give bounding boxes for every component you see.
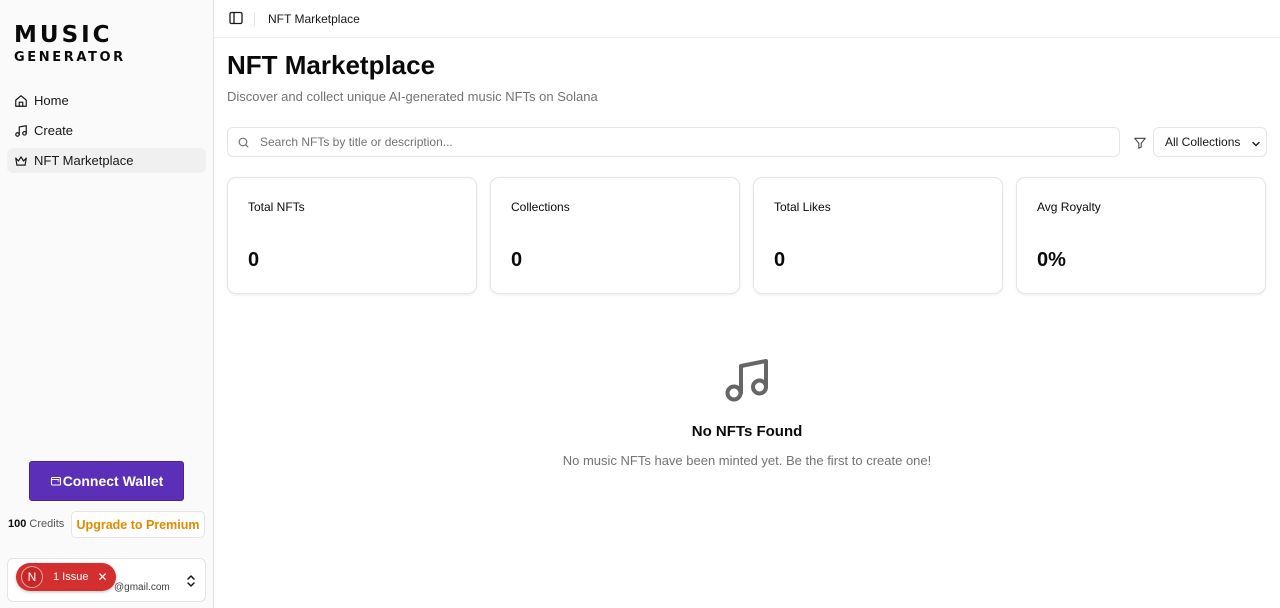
stat-label: Avg Royalty — [1037, 200, 1101, 214]
collection-select[interactable]: All Collections — [1153, 127, 1267, 157]
chevrons-up-down-icon — [185, 573, 197, 589]
stat-card-collections: Collections 0 — [490, 177, 740, 294]
upgrade-premium-button[interactable]: Upgrade to Premium — [71, 511, 205, 538]
top-bar: NFT Marketplace — [214, 0, 1280, 38]
credits-label: Credits — [29, 518, 65, 530]
stat-card-avg-royalty: Avg Royalty 0% — [1016, 177, 1266, 294]
filter-icon[interactable] — [1133, 136, 1147, 150]
crown-icon — [14, 154, 28, 168]
issue-badge[interactable]: N 1 Issue ✕ — [16, 563, 116, 591]
sidebar-item-label: Create — [34, 123, 74, 138]
music-note-icon — [14, 124, 28, 138]
breadcrumb: NFT Marketplace — [268, 12, 360, 26]
sidebar-item-nft-marketplace[interactable]: NFT Marketplace — [7, 148, 206, 173]
close-icon[interactable]: ✕ — [97, 570, 107, 584]
empty-state-title: No NFTs Found — [691, 423, 803, 440]
sidebar-toggle-icon[interactable] — [229, 11, 243, 25]
sidebar: MUSIC GENERATOR Home Create NFT Marketpl… — [0, 0, 214, 608]
page-title: NFT Marketplace — [227, 50, 436, 80]
brand-line-2: GENERATOR — [14, 50, 126, 65]
user-email: @gmail.com — [114, 582, 170, 593]
sidebar-item-label: Home — [34, 93, 69, 108]
sidebar-item-home[interactable]: Home — [7, 88, 206, 113]
page-subtitle: Discover and collect unique AI-generated… — [227, 89, 598, 104]
stat-card-total-likes: Total Likes 0 — [753, 177, 1003, 294]
stat-value: 0 — [774, 249, 786, 271]
stat-value: 0 — [248, 249, 260, 271]
home-icon — [14, 94, 28, 108]
wallet-icon — [50, 475, 63, 487]
music-note-icon — [722, 355, 772, 405]
connect-wallet-label: Connect Wallet — [62, 473, 164, 489]
stat-card-total-nfts: Total NFTs 0 — [227, 177, 477, 294]
search-input[interactable] — [260, 128, 1110, 156]
search-icon — [237, 136, 250, 149]
collection-select-value: All Collections — [1165, 135, 1241, 149]
stat-value: 0 — [511, 249, 523, 271]
brand-logo[interactable]: MUSIC GENERATOR — [14, 22, 126, 66]
stat-value: 0% — [1037, 249, 1066, 271]
search-bar — [227, 127, 1120, 157]
stat-label: Total Likes — [774, 200, 831, 214]
credits-count: 100 — [8, 518, 27, 530]
stat-label: Total NFTs — [248, 200, 305, 214]
issue-label: 1 Issue — [53, 571, 89, 583]
stat-label: Collections — [511, 200, 570, 214]
sidebar-nav: Home Create NFT Marketplace — [7, 88, 206, 178]
issue-avatar: N — [21, 566, 43, 588]
brand-line-1: MUSIC — [14, 22, 113, 48]
divider — [254, 12, 255, 26]
sidebar-item-label: NFT Marketplace — [34, 153, 134, 168]
chevron-down-icon — [1251, 138, 1261, 148]
empty-state-description: No music NFTs have been minted yet. Be t… — [562, 453, 932, 468]
sidebar-item-create[interactable]: Create — [7, 118, 206, 143]
credits-display: 100 Credits — [8, 518, 64, 530]
